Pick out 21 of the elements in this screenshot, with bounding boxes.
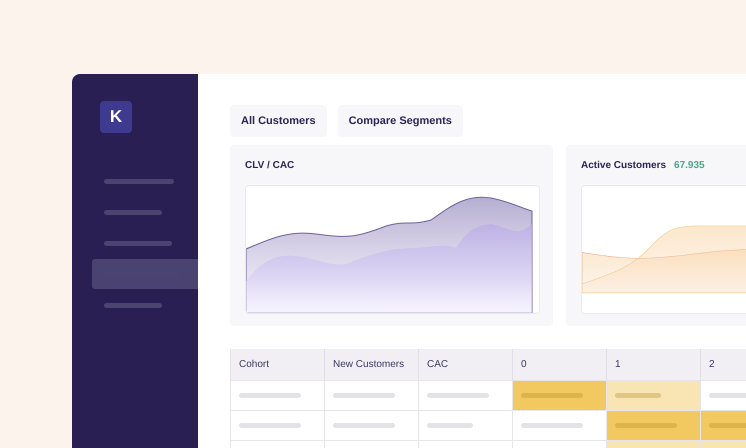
- placeholder-bar: [239, 423, 301, 428]
- tab[interactable]: Compare Segments: [338, 105, 463, 137]
- tab[interactable]: All Customers: [230, 105, 327, 137]
- placeholder-bar: [239, 393, 301, 398]
- card-title: CLV / CAC: [245, 160, 294, 170]
- column-header: Cohort: [231, 349, 325, 381]
- card-value: 67.935: [674, 160, 705, 170]
- column-header: CAC: [419, 349, 513, 381]
- placeholder-bar: [427, 423, 473, 428]
- column-header: 2: [701, 349, 746, 381]
- placeholder-bar: [333, 423, 395, 428]
- placeholder-bar: [427, 393, 489, 398]
- column-header: 1: [607, 349, 701, 381]
- placeholder-bar: [521, 423, 583, 428]
- column-header: New Customers: [325, 349, 419, 381]
- placeholder-bar: [615, 393, 661, 398]
- column-header: 0: [513, 349, 607, 381]
- placeholder-bar: [333, 393, 395, 398]
- logo[interactable]: K: [100, 101, 132, 133]
- card-title: Active Customers: [581, 160, 666, 170]
- sidebar-item[interactable]: [92, 259, 198, 289]
